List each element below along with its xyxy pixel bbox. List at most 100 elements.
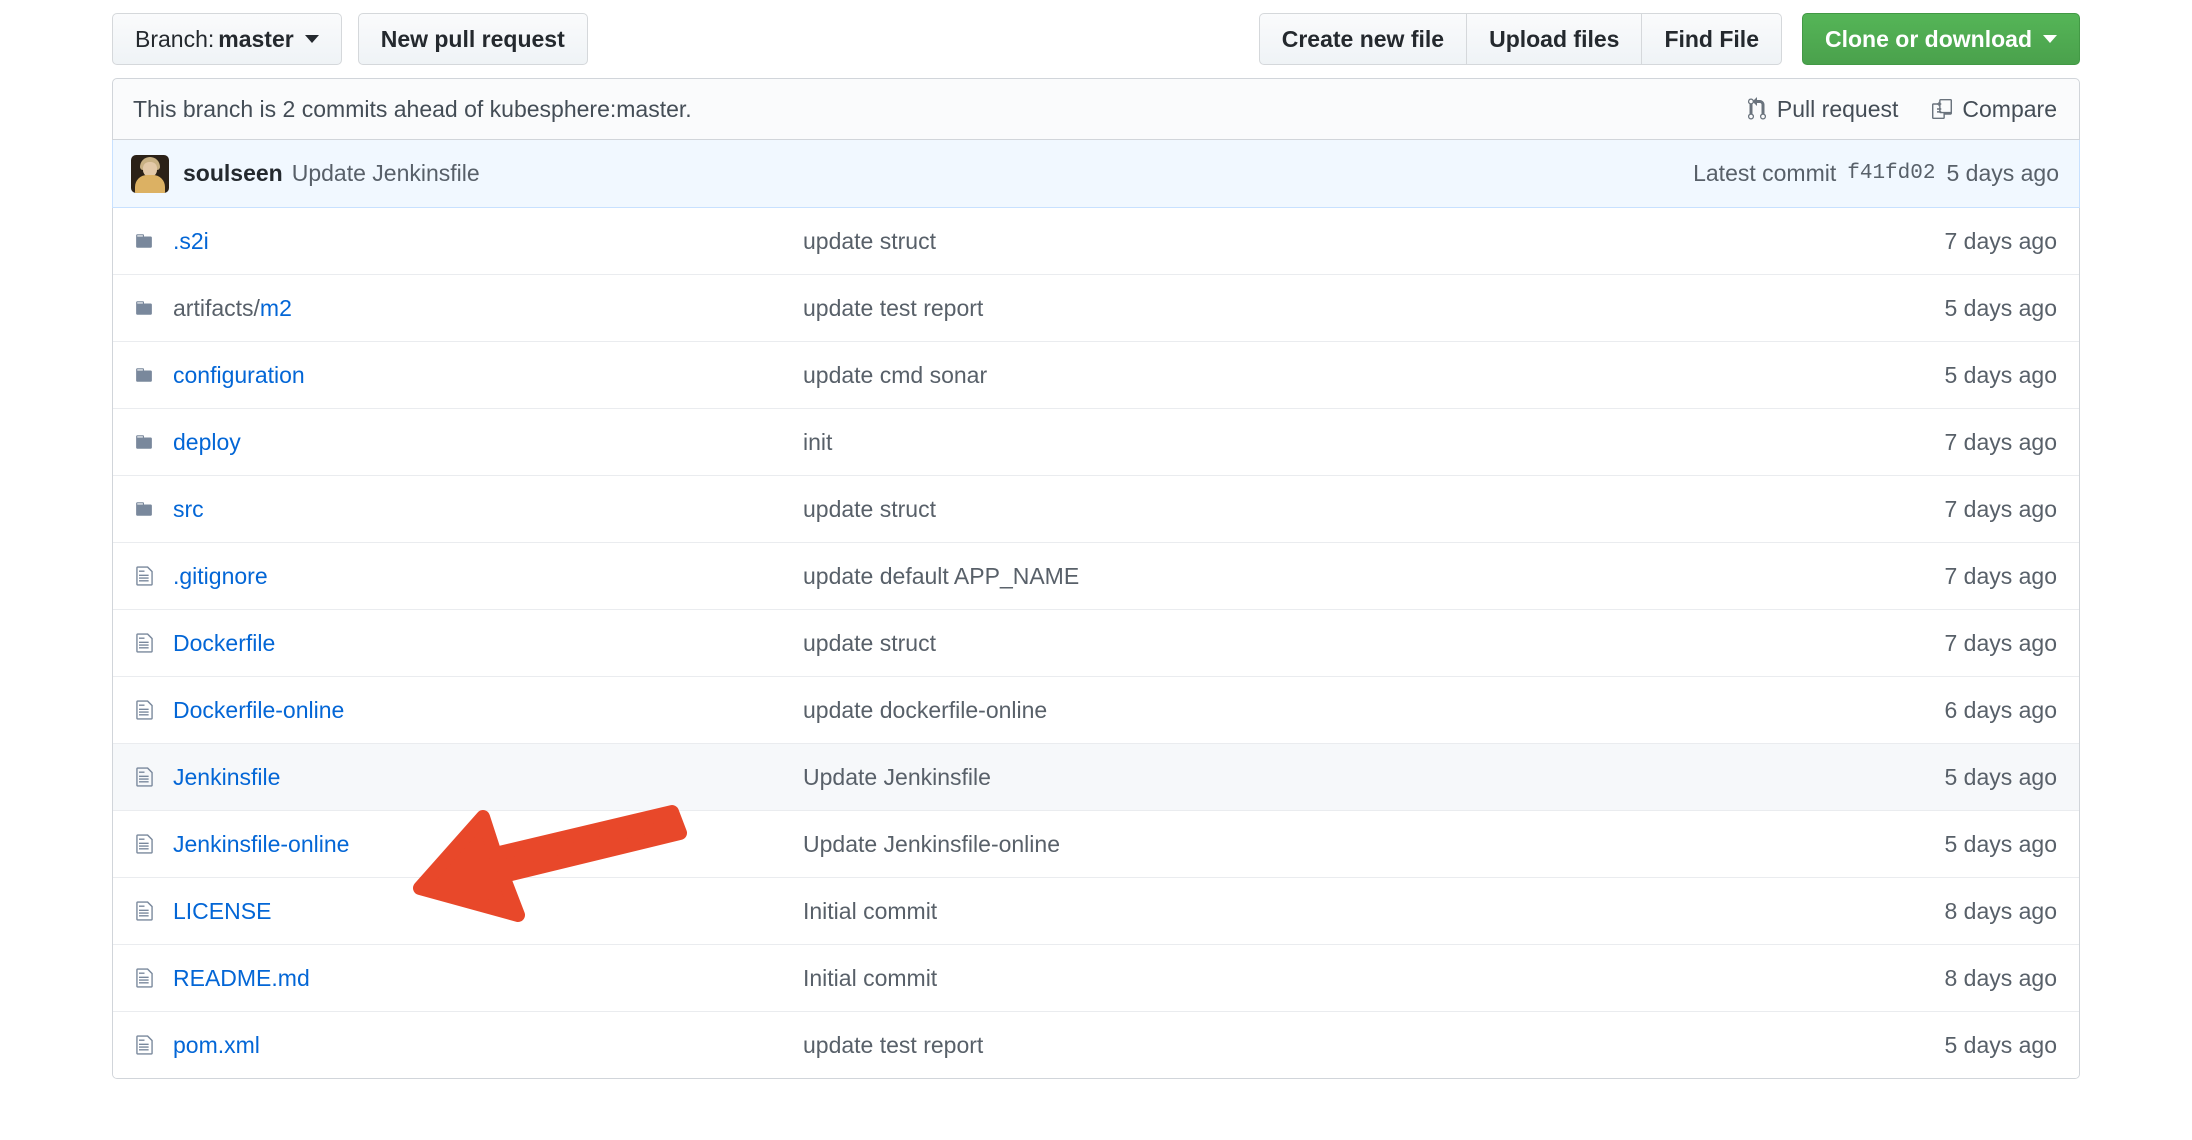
file-link[interactable]: Dockerfile	[173, 630, 275, 657]
file-icon	[133, 1034, 155, 1056]
file-name-label: deploy	[173, 428, 241, 455]
file-icon	[133, 900, 155, 922]
folder-icon	[133, 299, 155, 317]
avatar-body	[135, 174, 165, 193]
commit-author-link[interactable]: soulseen	[183, 160, 283, 187]
diff-compare-icon	[1932, 97, 1953, 121]
table-row: Dockerfile update struct 7 days ago	[113, 609, 2079, 676]
git-pull-request-icon	[1747, 97, 1767, 121]
file-name-label: Jenkinsfile-online	[173, 830, 350, 857]
file-name-label: LICENSE	[173, 897, 272, 924]
commit-age: 5 days ago	[1946, 160, 2059, 186]
file-name-label: Dockerfile-online	[173, 696, 345, 723]
file-icon	[133, 766, 155, 788]
commit-message-cell[interactable]: update default APP_NAME	[803, 563, 1779, 590]
commit-sha-link[interactable]: f41fd02	[1847, 162, 1935, 185]
commit-message-cell[interactable]: update test report	[803, 295, 1779, 322]
find-file-button[interactable]: Find File	[1641, 13, 1782, 65]
commit-message-cell[interactable]: Initial commit	[803, 898, 1779, 925]
file-name-cell: deploy	[113, 429, 803, 456]
commit-message-cell[interactable]: Initial commit	[803, 965, 1779, 992]
file-name-label: pom.xml	[173, 1031, 260, 1058]
pull-request-label: Pull request	[1776, 95, 1899, 122]
commit-message-cell[interactable]: Update Jenkinsfile-online	[803, 831, 1779, 858]
file-name-cell: README.md	[113, 965, 803, 992]
file-name-cell: Dockerfile-online	[113, 697, 803, 724]
file-name-cell: .gitignore	[113, 563, 803, 590]
latest-commit-bar: soulseen Update Jenkinsfile Latest commi…	[112, 140, 2080, 208]
commit-age-cell: 5 days ago	[1944, 1031, 2057, 1058]
folder-link[interactable]: deploy	[173, 429, 241, 456]
clone-or-download-button[interactable]: Clone or download	[1802, 13, 2080, 65]
file-link[interactable]: Jenkinsfile	[173, 764, 280, 791]
file-link[interactable]: Jenkinsfile-online	[173, 831, 349, 858]
chevron-down-icon	[2043, 35, 2057, 43]
file-icon	[133, 833, 155, 855]
file-name-label: README.md	[173, 964, 310, 991]
table-row: LICENSE Initial commit 8 days ago	[113, 877, 2079, 944]
commit-message-cell[interactable]: Update Jenkinsfile	[803, 764, 1779, 791]
file-name-cell: artifacts/m2	[113, 295, 803, 322]
file-path-prefix: artifacts/	[173, 294, 260, 321]
branch-name-label: master	[218, 25, 294, 52]
file-icon	[133, 632, 155, 654]
latest-commit-label: Latest commit	[1693, 160, 1837, 186]
file-link[interactable]: README.md	[173, 965, 310, 992]
branch-prefix-label: Branch:	[135, 25, 215, 52]
table-row: src update struct 7 days ago	[113, 475, 2079, 542]
table-row: Jenkinsfile Update Jenkinsfile 5 days ago	[113, 743, 2079, 810]
folder-icon	[133, 232, 155, 250]
compare-link[interactable]: Compare	[1932, 96, 2057, 123]
folder-link[interactable]: configuration	[173, 362, 305, 389]
file-name-label: .s2i	[173, 227, 209, 254]
commit-age-cell: 6 days ago	[1944, 696, 2057, 723]
branch-status-bar: This branch is 2 commits ahead of kubesp…	[112, 78, 2080, 140]
file-name-label: src	[173, 495, 204, 522]
create-new-file-button[interactable]: Create new file	[1258, 13, 1467, 65]
pull-request-link[interactable]: Pull request	[1747, 96, 1898, 123]
folder-link[interactable]: artifacts/m2	[173, 295, 292, 322]
file-name-cell: LICENSE	[113, 898, 803, 925]
commit-message-link[interactable]: Update Jenkinsfile	[292, 160, 480, 187]
commit-age-cell: 7 days ago	[1944, 428, 2057, 455]
commit-message-cell[interactable]: init	[803, 429, 1779, 456]
commit-message-cell[interactable]: update struct	[803, 496, 1779, 523]
commit-age-cell: 5 days ago	[1944, 361, 2057, 388]
folder-link[interactable]: src	[173, 496, 204, 523]
upload-files-button[interactable]: Upload files	[1466, 13, 1642, 65]
file-name-label: .gitignore	[173, 562, 268, 589]
chevron-down-icon	[304, 35, 319, 43]
file-link[interactable]: .gitignore	[173, 563, 268, 590]
avatar[interactable]	[131, 154, 169, 193]
folder-icon	[133, 500, 155, 518]
file-link[interactable]: LICENSE	[173, 898, 271, 925]
file-name-cell: Jenkinsfile-online	[113, 831, 803, 858]
table-row: pom.xml update test report 5 days ago	[113, 1011, 2079, 1078]
repo-toolbar: Branch: master New pull request Create n…	[112, 0, 2080, 78]
new-pull-request-button[interactable]: New pull request	[357, 13, 588, 65]
branch-status-text: This branch is 2 commits ahead of kubesp…	[133, 95, 692, 122]
file-name-cell: .s2i	[113, 228, 803, 255]
file-icon	[133, 699, 155, 721]
toolbar-left-group: Branch: master New pull request	[112, 13, 588, 65]
file-name-label: configuration	[173, 361, 305, 388]
commit-age-cell: 5 days ago	[1944, 763, 2057, 790]
table-row: Dockerfile-online update dockerfile-onlin…	[113, 676, 2079, 743]
commit-message-cell[interactable]: update dockerfile-online	[803, 697, 1779, 724]
commit-message-cell[interactable]: update cmd sonar	[803, 362, 1779, 389]
file-link[interactable]: pom.xml	[173, 1032, 260, 1059]
commit-message-cell[interactable]: update test report	[803, 1032, 1779, 1059]
commit-age-cell: 7 days ago	[1944, 227, 2057, 254]
file-name-label: Dockerfile	[173, 629, 276, 656]
table-row: deploy init 7 days ago	[113, 408, 2079, 475]
file-name-cell: pom.xml	[113, 1032, 803, 1059]
commit-message-cell[interactable]: update struct	[803, 630, 1779, 657]
compare-label: Compare	[1962, 95, 2057, 122]
file-name-cell: Dockerfile	[113, 630, 803, 657]
branch-selector-button[interactable]: Branch: master	[112, 13, 342, 65]
commit-message-cell[interactable]: update struct	[803, 228, 1779, 255]
file-link[interactable]: Dockerfile-online	[173, 697, 344, 724]
commit-age-cell: 7 days ago	[1944, 562, 2057, 589]
file-name-label: Jenkinsfile	[173, 763, 281, 790]
folder-link[interactable]: .s2i	[173, 228, 209, 255]
